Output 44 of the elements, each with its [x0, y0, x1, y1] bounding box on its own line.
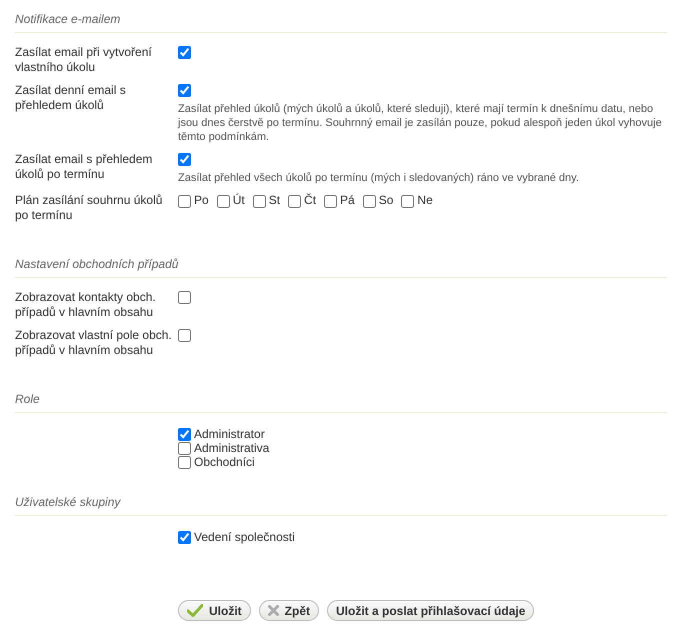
- save-button[interactable]: Uložit: [178, 600, 251, 621]
- option-label: Administrativa: [194, 442, 270, 454]
- check-icon: [187, 604, 203, 617]
- checkbox[interactable]: [178, 531, 191, 544]
- checkbox[interactable]: [178, 442, 191, 455]
- day-label: Pá: [340, 193, 355, 208]
- setting-label: Zasílat denní email s přehledem úkolů: [15, 83, 126, 112]
- checkbox[interactable]: [362, 194, 376, 208]
- help-text: Zasílat přehled všech úkolů po termínu (mých i sledovaných) ráno ve vybrané dny.: [178, 171, 580, 185]
- setting-label: Zasílat email při vytvoření vlastního úkolu: [15, 45, 152, 74]
- setting-label: Zasílat email s přehledem úkolů po termínu: [15, 152, 152, 181]
- option-label: Vedení společnosti: [194, 530, 295, 544]
- checkbox[interactable]: [178, 84, 191, 97]
- back-button[interactable]: Zpět: [258, 600, 320, 621]
- day-label: So: [378, 193, 394, 208]
- checkbox[interactable]: [178, 153, 191, 166]
- checkbox[interactable]: [178, 428, 191, 441]
- checkbox[interactable]: [178, 194, 191, 208]
- day-label: Út: [232, 193, 245, 208]
- day-label: Ne: [417, 193, 433, 208]
- checkbox[interactable]: [178, 456, 191, 469]
- setting-label: Plán zasílání souhrnu úkolů po termínu: [15, 193, 162, 222]
- close-icon: [268, 605, 279, 616]
- checkbox[interactable]: [178, 329, 191, 342]
- submit-button[interactable]: Uložit a poslat přihlašovací údaje: [327, 600, 534, 621]
- checkbox[interactable]: [252, 194, 266, 208]
- setting-label: Zobrazovat vlastní pole obch. případů v hlavním obsahu: [15, 328, 172, 357]
- section-heading: Nastavení obchodních případů: [15, 253, 667, 278]
- option-label: Administrator: [194, 428, 265, 440]
- day-label: St: [268, 193, 280, 208]
- section-heading: Uživatelské skupiny: [15, 491, 667, 516]
- checkbox[interactable]: [401, 194, 414, 208]
- checkbox[interactable]: [288, 194, 302, 208]
- checkbox[interactable]: [216, 194, 230, 208]
- option-label: Obchodníci: [194, 456, 255, 468]
- day-label: Čt: [304, 193, 316, 208]
- setting-label: Zobrazovat kontakty obch. případů v hlavním obsahu: [15, 290, 156, 319]
- help-text: Zasílat přehled úkolů (mých úkolů a úkolů, které sleduji), které mají termín k dnešnímu datu, nebo jsou dnes čerstvě po termínu. Souhrnný email je zasílán pouze, pokud alespoň jeden úkol vyhovuje těmto podmínkám.: [178, 102, 663, 144]
- section-heading: Role: [15, 388, 667, 413]
- checkbox[interactable]: [178, 291, 191, 304]
- day-label: Po: [194, 193, 209, 208]
- checkbox[interactable]: [324, 194, 338, 208]
- section-heading: Notifikace e-mailem: [15, 8, 667, 33]
- checkbox[interactable]: [178, 46, 191, 59]
